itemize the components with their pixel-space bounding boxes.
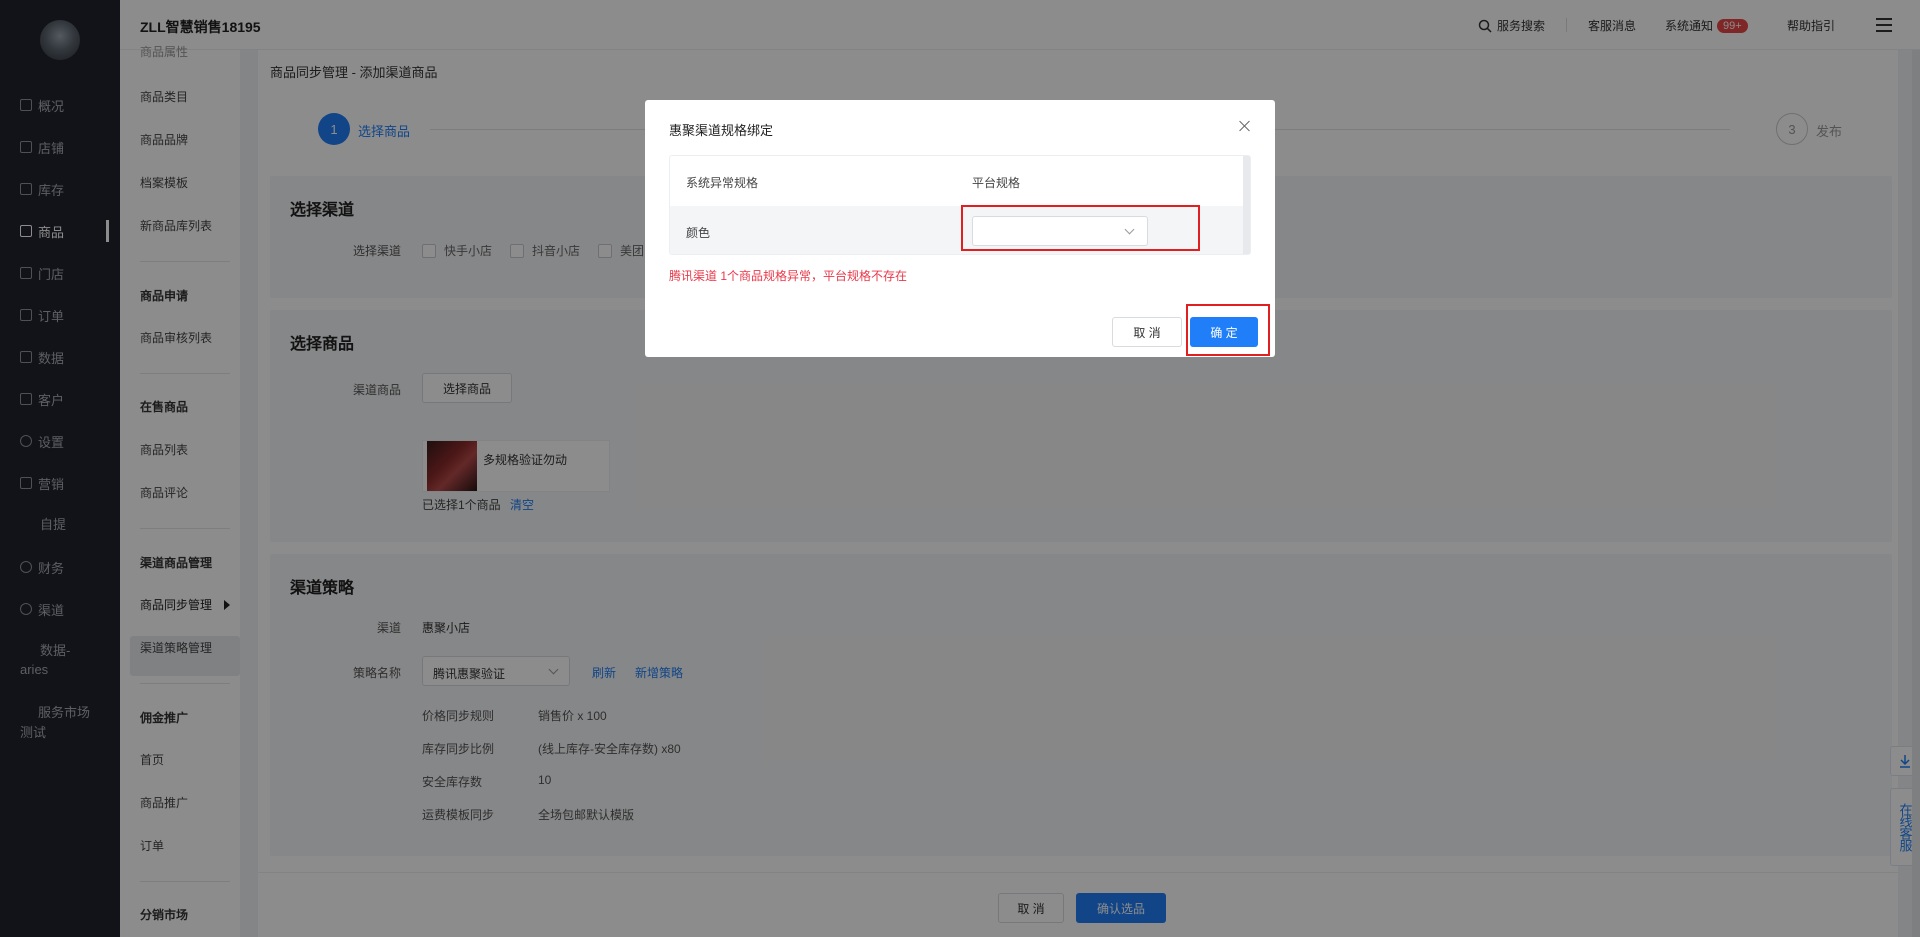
error-message: 腾讯渠道 1个商品规格异常，平台规格不存在: [669, 269, 908, 283]
dialog-title: 惠聚渠道规格绑定: [669, 123, 774, 138]
spec-name-cell: 颜色: [686, 226, 711, 240]
highlight-ok-box: [1186, 304, 1270, 356]
column-system-spec: 系统异常规格: [686, 176, 759, 190]
highlight-select-box: [961, 205, 1200, 251]
app-root: 概况 店铺 库存 商品 门店 订单 数据 客户 设置 营销 自提 财务 渠道 数…: [0, 0, 1920, 937]
dialog-cancel-button[interactable]: 取 消: [1112, 317, 1182, 347]
column-platform-spec: 平台规格: [972, 176, 1021, 190]
table-header: 系统异常规格 平台规格: [670, 156, 1245, 206]
table-scrollbar[interactable]: [1243, 156, 1250, 254]
close-icon[interactable]: [1239, 120, 1251, 132]
